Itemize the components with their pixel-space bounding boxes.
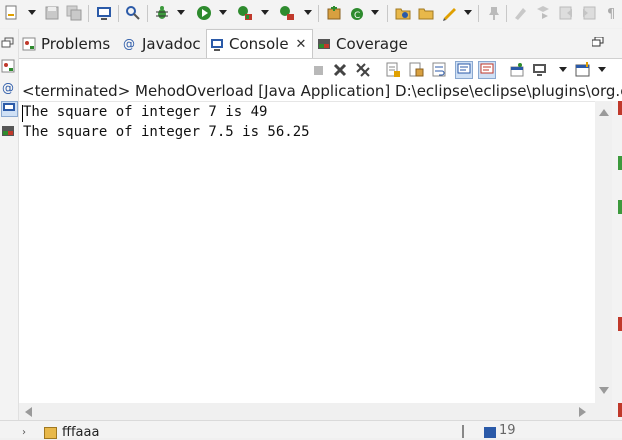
overview-ruler [612, 101, 622, 437]
class-file-icon [484, 427, 496, 438]
show-stdout-icon[interactable] [455, 61, 473, 79]
console-view-icon[interactable] [96, 5, 112, 21]
toolbar-separator [387, 5, 388, 22]
package-icon [44, 427, 57, 439]
console-icon [210, 37, 224, 51]
tab-label: Problems [41, 34, 111, 53]
svg-text:C: C [354, 11, 360, 21]
toolbar-separator [506, 5, 507, 22]
main-toolbar: C ¶ [0, 0, 622, 28]
open-console-dropdown-icon[interactable] [598, 67, 606, 72]
annotation-dropdown-icon[interactable] [464, 10, 472, 15]
chevron-right-icon[interactable]: › [22, 427, 26, 438]
console-line: The square of integer 7 is 49 [23, 104, 268, 120]
next-annotation-icon[interactable] [535, 5, 551, 21]
console-process-label: <terminated> MehodOverload [Java Applica… [19, 81, 622, 101]
display-selected-console-icon[interactable] [532, 62, 548, 78]
new-file-icon[interactable] [3, 5, 19, 21]
tab-label: Javadoc [142, 34, 201, 53]
horizontal-scrollbar[interactable] [19, 403, 595, 420]
pin-console-icon[interactable] [509, 62, 525, 78]
view-tab-bar: Problems @ Javadoc Console ✕ Coverage [19, 29, 622, 59]
clear-console-icon[interactable] [385, 62, 401, 78]
coverage-run-icon[interactable] [237, 5, 253, 21]
remove-launch-icon[interactable] [332, 62, 348, 78]
bottom-partial-row: › fffaaa 19 [0, 420, 622, 440]
save-all-icon[interactable] [66, 5, 82, 21]
error-marker[interactable] [618, 317, 622, 331]
terminate-icon[interactable] [310, 62, 326, 78]
tree-item-label[interactable]: fffaaa [62, 425, 99, 440]
open-console-icon[interactable] [575, 62, 591, 78]
new-dropdown-icon[interactable] [28, 10, 36, 15]
external-tools-icon[interactable] [279, 5, 295, 21]
restore-view-icon[interactable] [1, 37, 15, 49]
search-icon[interactable] [125, 5, 141, 21]
debug-icon[interactable] [154, 5, 170, 21]
coverage-view-icon[interactable] [1, 124, 15, 138]
console-line: The square of integer 7.5 is 56.25 [23, 124, 310, 140]
problems-view-icon[interactable] [1, 59, 15, 73]
display-console-dropdown-icon[interactable] [559, 67, 567, 72]
new-java-project-icon[interactable] [326, 5, 342, 21]
coverage-marker[interactable] [618, 156, 622, 170]
remove-all-terminated-icon[interactable] [355, 62, 371, 78]
show-stderr-icon[interactable] [478, 61, 496, 79]
forward-icon[interactable] [581, 5, 597, 21]
run-dropdown-icon[interactable] [219, 10, 227, 15]
vertical-scrollbar[interactable] [595, 101, 612, 403]
scroll-up-icon[interactable] [599, 109, 609, 116]
new-class-icon[interactable]: C [349, 5, 365, 21]
highlight-icon[interactable] [512, 5, 528, 21]
save-icon[interactable] [44, 5, 60, 21]
left-trim-bar: @ [0, 29, 19, 437]
error-marker[interactable] [618, 403, 622, 417]
at-sign-icon: @ [123, 36, 135, 51]
debug-dropdown-icon[interactable] [177, 10, 185, 15]
external-tools-dropdown-icon[interactable] [304, 10, 312, 15]
scroll-lock-icon[interactable] [408, 62, 424, 78]
run-icon[interactable] [196, 5, 212, 21]
divider [462, 425, 464, 438]
close-icon[interactable]: ✕ [296, 37, 307, 52]
new-class-dropdown-icon[interactable] [371, 10, 379, 15]
scroll-left-icon[interactable] [25, 407, 32, 417]
toolbar-separator [318, 5, 319, 22]
tab-label: Console [229, 35, 289, 53]
scroll-right-icon[interactable] [579, 407, 586, 417]
javadoc-view-icon[interactable]: @ [2, 81, 16, 95]
toolbar-separator [88, 5, 89, 22]
scroll-down-icon[interactable] [599, 387, 609, 394]
coverage-marker[interactable] [618, 200, 622, 214]
tab-coverage[interactable]: Coverage [317, 29, 412, 58]
coverage-dropdown-icon[interactable] [261, 10, 269, 15]
back-icon[interactable] [558, 5, 574, 21]
open-folder-icon[interactable] [418, 5, 434, 21]
tab-console[interactable]: Console ✕ [206, 29, 313, 58]
pin-icon[interactable] [486, 5, 502, 21]
line-number-label: 19 [499, 423, 516, 438]
tab-label: Coverage [336, 34, 408, 53]
console-output[interactable]: The square of integer 7 is 49 The square… [19, 101, 595, 404]
problems-icon [22, 37, 36, 51]
toolbar-separator [147, 5, 148, 22]
tab-problems[interactable]: Problems [22, 29, 120, 58]
console-toolbar [19, 59, 622, 81]
tab-javadoc[interactable]: @ Javadoc [123, 29, 205, 58]
pilcrow-icon[interactable]: ¶ [604, 5, 620, 22]
svg-text:¶: ¶ [607, 7, 615, 21]
console-view-icon[interactable] [1, 101, 18, 117]
maximize-view-icon[interactable] [591, 36, 604, 47]
coverage-icon [317, 37, 331, 51]
toolbar-separator [478, 5, 479, 22]
open-type-icon[interactable] [395, 5, 411, 21]
annotation-icon[interactable] [442, 5, 458, 21]
error-marker[interactable] [618, 101, 622, 115]
toolbar-separator [118, 5, 119, 22]
word-wrap-icon[interactable] [431, 62, 447, 78]
